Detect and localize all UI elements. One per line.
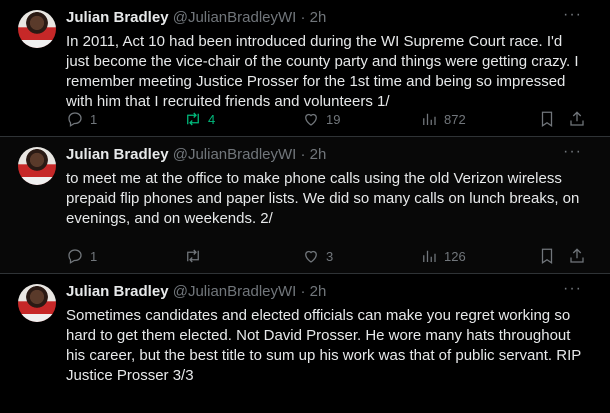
separator-dot: · [300, 9, 306, 26]
timestamp[interactable]: 2h [310, 9, 327, 26]
share-button[interactable] [568, 110, 586, 128]
tweet-header: Julian Bradley @JulianBradleyWI · 2h [66, 146, 326, 163]
action-bar: 1 3 126 [62, 247, 590, 265]
author-name[interactable]: Julian Bradley [66, 9, 169, 26]
separator-dot: · [300, 146, 306, 163]
avatar[interactable] [18, 10, 56, 48]
reply-count: 1 [90, 248, 98, 264]
timestamp[interactable]: 2h [310, 283, 327, 300]
views-button[interactable]: 126 [420, 247, 466, 265]
reply-button[interactable]: 1 [66, 110, 97, 128]
author-name[interactable]: Julian Bradley [66, 146, 169, 163]
views-count: 126 [444, 248, 466, 264]
tweet-text: Sometimes candidates and elected officia… [66, 307, 581, 384]
action-bar: 1 4 19 872 [62, 110, 590, 128]
reply-icon [68, 249, 82, 264]
views-button[interactable]: 872 [420, 110, 466, 128]
author-name[interactable]: Julian Bradley [66, 283, 169, 300]
tweet-text: In 2011, Act 10 had been introduced duri… [66, 33, 579, 110]
like-button[interactable]: 19 [302, 110, 340, 128]
separator-dot: · [300, 283, 306, 300]
retweet-count: 4 [208, 111, 216, 127]
tweet-1[interactable]: Julian Bradley @JulianBradleyWI · 2h ···… [0, 0, 610, 137]
author-handle[interactable]: @JulianBradleyWI [173, 9, 297, 26]
tweet-header: Julian Bradley @JulianBradleyWI · 2h [66, 283, 326, 300]
tweet-text: to meet me at the office to make phone c… [66, 170, 580, 227]
retweet-button[interactable]: 4 [184, 110, 215, 128]
avatar[interactable] [18, 284, 56, 322]
like-count: 3 [326, 248, 334, 264]
like-icon [305, 250, 317, 263]
bookmark-button[interactable] [538, 247, 556, 265]
retweet-icon [187, 112, 199, 126]
bookmark-icon [541, 248, 553, 264]
more-options-icon[interactable]: ··· [563, 143, 582, 161]
reply-icon [68, 112, 82, 127]
views-icon [423, 113, 436, 125]
more-options-icon[interactable]: ··· [563, 6, 582, 24]
bookmark-icon [541, 111, 553, 127]
avatar[interactable] [18, 147, 56, 185]
share-button[interactable] [568, 247, 586, 265]
author-handle[interactable]: @JulianBradleyWI [173, 146, 297, 163]
retweet-button[interactable] [184, 247, 208, 265]
reply-button[interactable]: 1 [66, 247, 97, 265]
share-icon [570, 248, 584, 263]
tweet-header: Julian Bradley @JulianBradleyWI · 2h [66, 9, 326, 26]
views-icon [423, 250, 436, 262]
share-icon [570, 111, 584, 126]
tweet-2[interactable]: Julian Bradley @JulianBradleyWI · 2h ···… [0, 137, 610, 274]
timestamp[interactable]: 2h [310, 146, 327, 163]
like-count: 19 [326, 111, 341, 127]
retweet-icon [187, 249, 199, 263]
reply-count: 1 [90, 111, 98, 127]
like-button[interactable]: 3 [302, 247, 333, 265]
bookmark-button[interactable] [538, 110, 556, 128]
more-options-icon[interactable]: ··· [563, 280, 582, 298]
views-count: 872 [444, 111, 466, 127]
tweet-3[interactable]: Julian Bradley @JulianBradleyWI · 2h ···… [0, 274, 610, 413]
author-handle[interactable]: @JulianBradleyWI [173, 283, 297, 300]
like-icon [305, 113, 317, 126]
